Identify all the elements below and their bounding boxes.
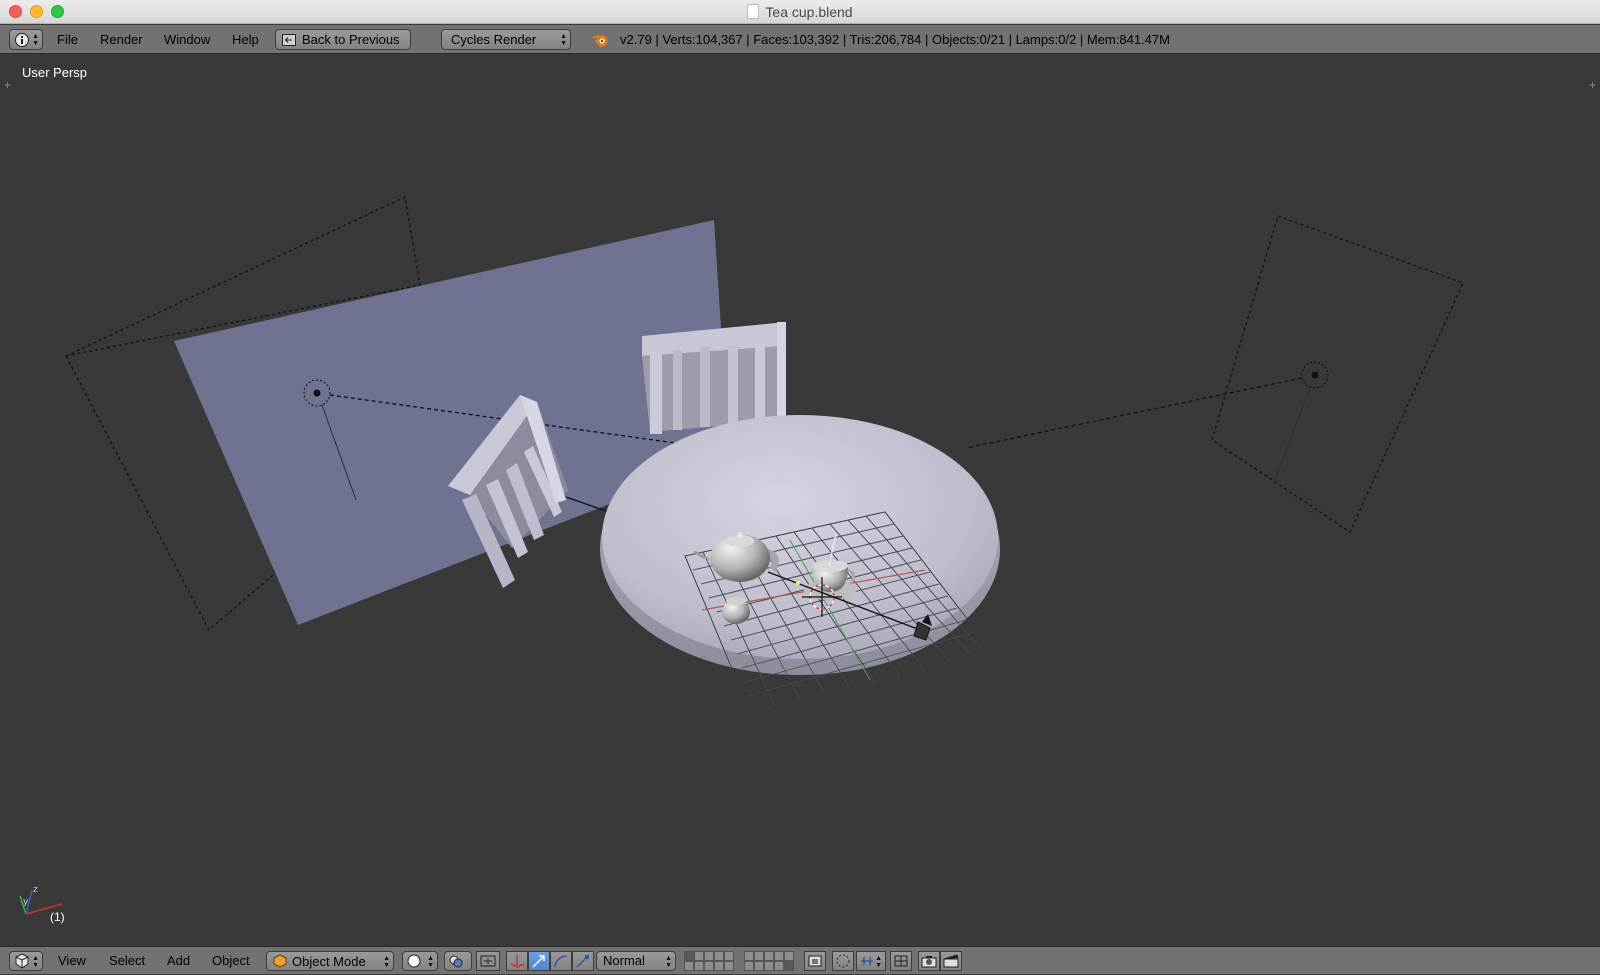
svg-text:y: y: [23, 897, 29, 907]
solid-shading-icon: [407, 954, 421, 968]
rotate-manipulator-toggle[interactable]: [528, 951, 550, 971]
manipulator-icon: [480, 955, 496, 967]
layer-button[interactable]: [764, 951, 774, 961]
chevron-updown-icon: ▲ ▼: [875, 955, 882, 969]
properties-toggle-icon[interactable]: +: [1589, 78, 1596, 92]
svg-text:z: z: [33, 885, 38, 895]
layer-button[interactable]: [774, 951, 784, 961]
menu-render[interactable]: Render: [100, 25, 143, 54]
chevron-updown-icon: ▲ ▼: [383, 955, 390, 969]
layer-button[interactable]: [694, 961, 704, 971]
3d-view-header: ▲ ▼ View Select Add Object Object Mode ▲ ▼…: [0, 946, 1600, 974]
transform-orientation-select[interactable]: Normal ▲ ▼: [596, 951, 676, 971]
current-frame-label: (1): [50, 910, 65, 924]
axes-icon: [510, 954, 525, 968]
render-engine-select[interactable]: Cycles Render ▲ ▼: [441, 29, 571, 50]
translate-manipulator-toggle[interactable]: [506, 951, 528, 971]
layer-button[interactable]: [744, 961, 754, 971]
3d-view-icon: [15, 953, 29, 969]
layer-button[interactable]: [754, 951, 764, 961]
snap-toggle[interactable]: [890, 951, 912, 971]
layer-button[interactable]: [754, 961, 764, 971]
layer-button[interactable]: [684, 961, 694, 971]
layer-buttons-group-2[interactable]: [744, 951, 794, 971]
back-arrow-icon: [282, 34, 296, 46]
layer-button[interactable]: [694, 951, 704, 961]
snap-increment-icon: [861, 957, 873, 965]
layer-button[interactable]: [724, 961, 734, 971]
snap-grid-icon: [894, 955, 908, 967]
editor-type-selector[interactable]: ▲ ▼: [9, 29, 43, 50]
area-lamp-right[interactable]: [965, 215, 1464, 533]
layer-button[interactable]: [704, 961, 714, 971]
menu-help[interactable]: Help: [232, 25, 259, 54]
scale-manipulator-toggle[interactable]: [572, 951, 594, 971]
arrow-icon: [532, 955, 545, 968]
pivot-icon: [449, 955, 463, 968]
opengl-render-animation-button[interactable]: [940, 951, 962, 971]
info-header: ▲ ▼ File Render Window Help Back to Previ…: [0, 25, 1600, 54]
sugar-bowl[interactable]: [722, 597, 750, 624]
menu-window[interactable]: Window: [164, 25, 210, 54]
round-table[interactable]: [600, 415, 1000, 675]
view-perspective-label: User Persp: [22, 65, 88, 80]
layer-button[interactable]: [744, 951, 754, 961]
scale-icon: [576, 955, 589, 968]
layer-button[interactable]: [724, 951, 734, 961]
layer-lock-icon: [808, 955, 822, 967]
chevron-updown-icon: ▲ ▼: [32, 33, 39, 47]
window-title-bar: Tea cup.blend: [0, 0, 1600, 24]
layer-button[interactable]: [784, 951, 794, 961]
viewport-shading-select[interactable]: ▲ ▼: [402, 951, 438, 971]
layer-button[interactable]: [704, 951, 714, 961]
menu-object[interactable]: Object: [212, 947, 250, 975]
back-to-previous-button[interactable]: Back to Previous: [275, 29, 411, 50]
menu-add[interactable]: Add: [167, 947, 190, 975]
arc-manipulator-toggle[interactable]: [550, 951, 572, 971]
menu-select[interactable]: Select: [109, 947, 145, 975]
object-mode-icon: [273, 954, 287, 968]
layer-button[interactable]: [684, 951, 694, 961]
camera-render-icon: [921, 956, 937, 968]
blender-logo-icon: [592, 35, 608, 47]
window-title: Tea cup.blend: [0, 0, 1600, 24]
layer-button[interactable]: [784, 961, 794, 971]
clapperboard-icon: [943, 954, 959, 968]
chevron-updown-icon: ▲ ▼: [427, 955, 434, 969]
proportional-edit-icon: [836, 954, 850, 968]
mode-select[interactable]: Object Mode ▲ ▼: [266, 951, 394, 971]
arc-icon: [554, 955, 568, 968]
snap-element-select[interactable]: ▲ ▼: [856, 951, 886, 971]
layer-buttons-group-1[interactable]: [684, 951, 734, 971]
layer-button[interactable]: [764, 961, 774, 971]
layer-button[interactable]: [714, 961, 724, 971]
opengl-render-button[interactable]: [918, 951, 940, 971]
layer-button[interactable]: [774, 961, 784, 971]
3d-viewport[interactable]: User Persp + + y z (1): [0, 54, 1600, 946]
proportional-edit-toggle[interactable]: [832, 951, 854, 971]
lock-camera-toggle[interactable]: [804, 951, 826, 971]
menu-view[interactable]: View: [58, 947, 86, 975]
scene-canvas[interactable]: [0, 54, 1600, 946]
toolshelf-toggle-icon[interactable]: +: [4, 78, 11, 92]
manipulator-toggle[interactable]: [476, 951, 500, 971]
scene-statistics: v2.79 | Verts:104,367 | Faces:103,392 | …: [620, 32, 1170, 47]
chevron-updown-icon: ▲ ▼: [560, 33, 567, 47]
chevron-updown-icon: ▲ ▼: [665, 955, 672, 969]
menu-file[interactable]: File: [57, 25, 78, 54]
document-icon: [747, 4, 760, 19]
layer-button[interactable]: [714, 951, 724, 961]
editor-type-selector-3d[interactable]: ▲ ▼: [9, 951, 43, 971]
info-icon: [15, 33, 29, 47]
pivot-point-select[interactable]: [444, 951, 472, 971]
chevron-updown-icon: ▲ ▼: [32, 955, 39, 969]
